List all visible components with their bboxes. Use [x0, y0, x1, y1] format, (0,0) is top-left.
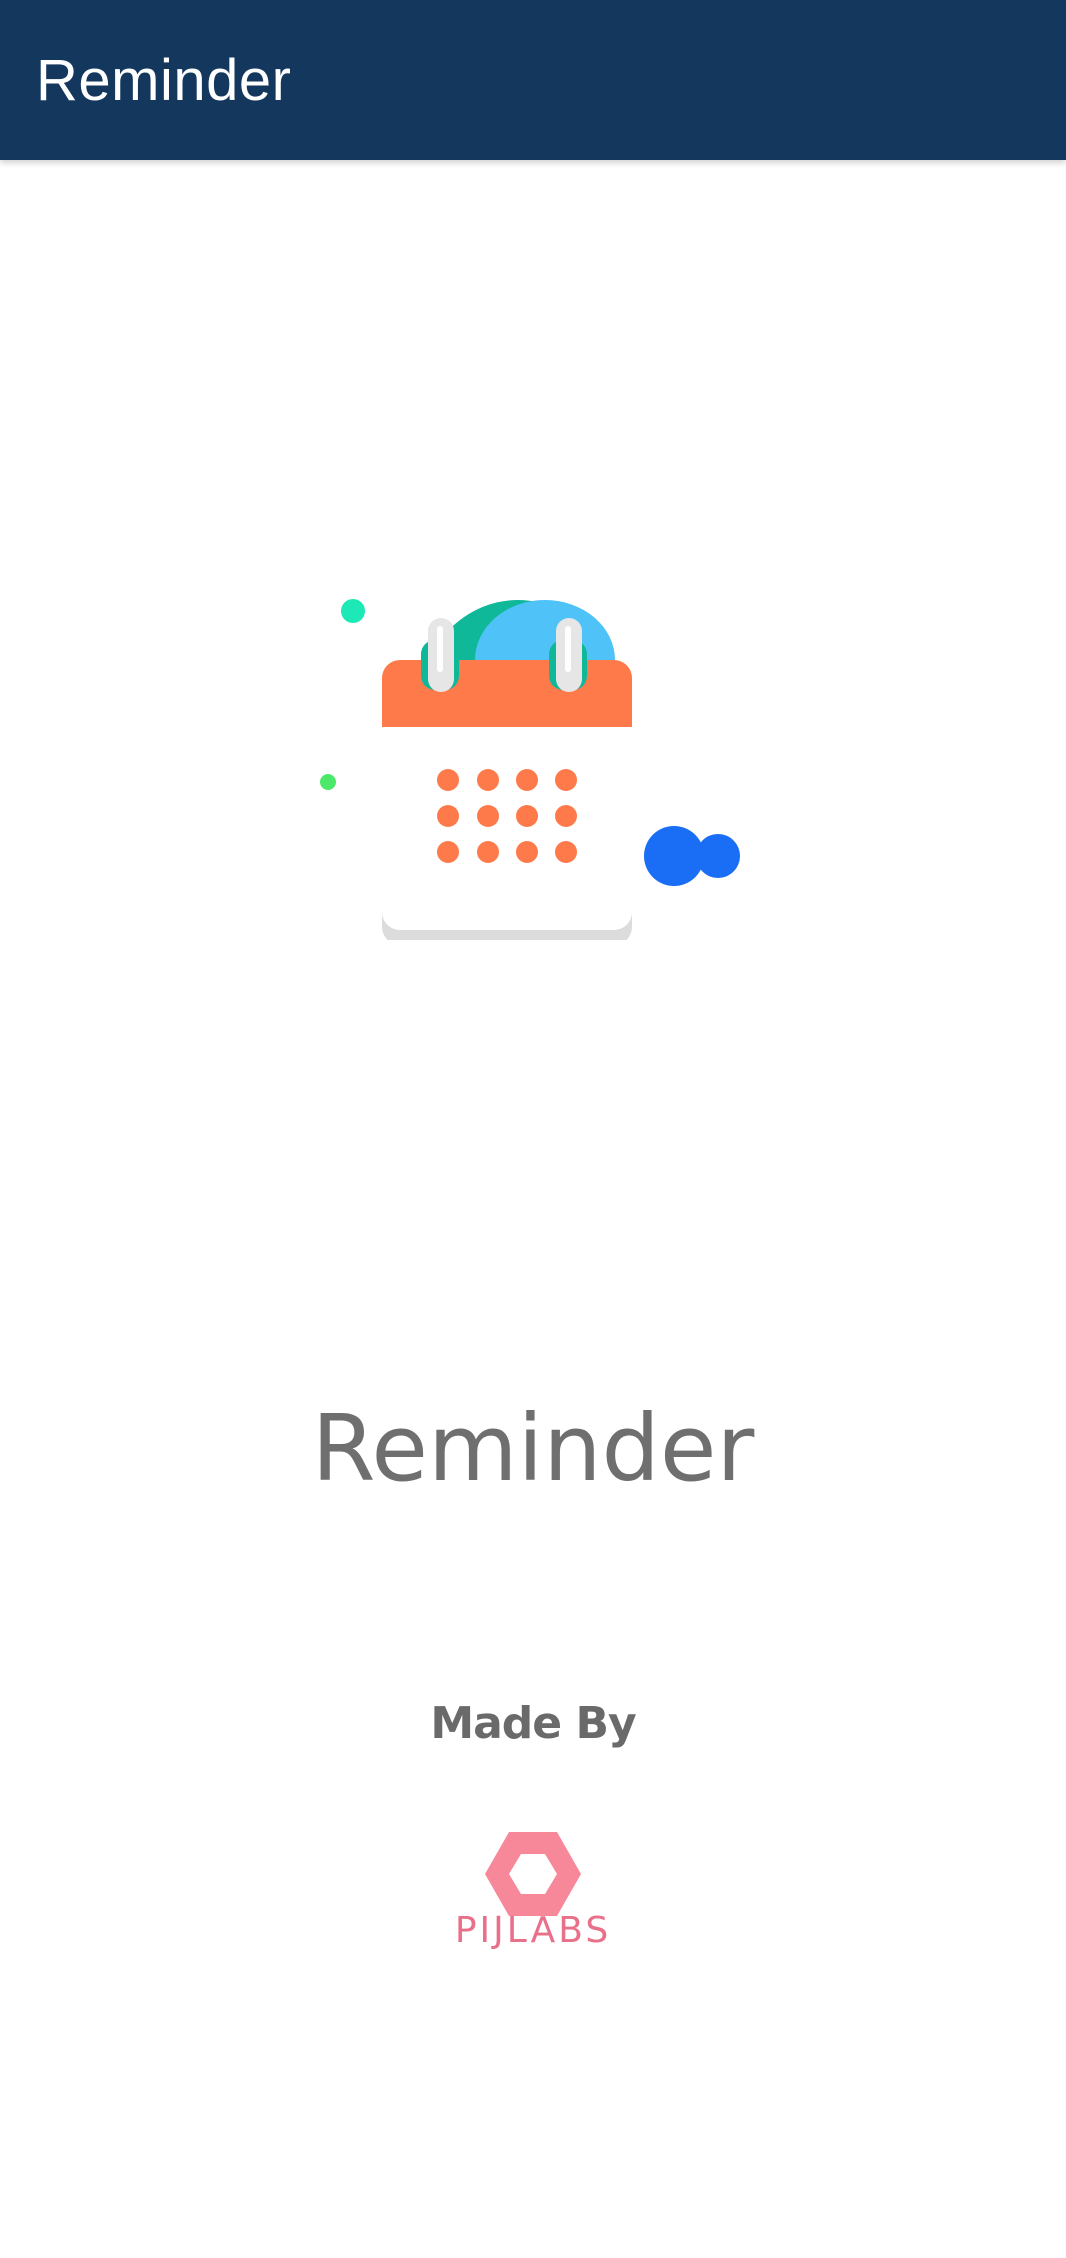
app-bar: Reminder	[0, 0, 1066, 160]
decorative-dot	[341, 599, 365, 623]
brand-name: PIJLABS	[454, 1910, 612, 1951]
blue-circle	[644, 826, 704, 886]
calendar-header	[382, 660, 632, 727]
hexagon-logo-icon	[485, 1832, 581, 1916]
blue-circle	[696, 834, 740, 878]
splash-screen: Reminder Reminder Made By PIJLABS	[0, 0, 1066, 2258]
brand-logo: PIJLABS	[423, 1790, 643, 1990]
app-name-heading: Reminder	[311, 1395, 755, 1502]
ring-highlight	[437, 626, 443, 672]
made-by-label: Made By	[430, 1698, 636, 1749]
ring-highlight	[565, 626, 571, 672]
calendar-illustration	[300, 580, 760, 945]
app-bar-title: Reminder	[36, 47, 292, 113]
decorative-dot	[320, 774, 336, 790]
calendar-icon	[320, 599, 740, 945]
